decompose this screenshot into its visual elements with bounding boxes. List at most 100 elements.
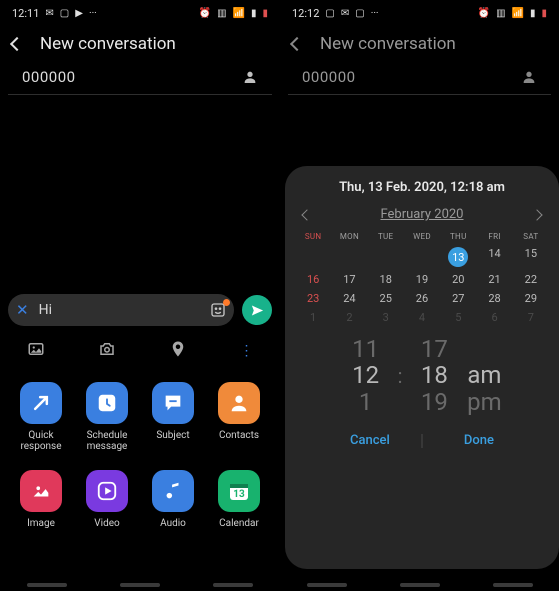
close-icon[interactable]: ✕ — [16, 301, 29, 319]
gallery-icon[interactable] — [27, 340, 45, 362]
weekday-label: TUE — [368, 232, 404, 241]
calendar-day[interactable]: 28 — [476, 292, 512, 305]
calendar-day[interactable]: 19 — [404, 273, 440, 286]
messaging-app-datepicker: 12:12 ▢ ✉ ▢ ··· ⏰ ▥ 📶 ▮ ▮ New conversati… — [280, 0, 559, 591]
attachment-audio[interactable]: Audio — [140, 470, 206, 529]
calendar-day[interactable]: 24 — [331, 292, 367, 305]
calendar-day[interactable]: 2 — [331, 311, 367, 324]
youtube-icon: ▶ — [75, 8, 83, 19]
attachment-image[interactable]: Image — [8, 470, 74, 529]
attachment-label: Subject — [156, 430, 189, 441]
calendar-day[interactable]: 26 — [404, 292, 440, 305]
nav-bar — [280, 583, 559, 587]
calendar-day[interactable]: 15 — [513, 247, 549, 267]
attachment-label: Quick response — [20, 430, 61, 452]
calendar-day[interactable]: 3 — [368, 311, 404, 324]
signal-icon: ▮ — [251, 8, 257, 19]
notification-dot — [223, 299, 230, 306]
calendar-day[interactable]: 1 — [295, 311, 331, 324]
camera-icon[interactable] — [98, 340, 116, 362]
month-selector: February 2020 — [295, 207, 549, 232]
calendar-day[interactable]: 25 — [368, 292, 404, 305]
datetime-picker: Thu, 13 Feb. 2020, 12:18 am February 202… — [285, 166, 559, 569]
page-title: New conversation — [40, 34, 176, 54]
alarm-icon: ⏰ — [199, 8, 211, 19]
nav-back[interactable] — [493, 583, 533, 587]
clock-time: 12:11 — [12, 7, 39, 20]
calendar-day[interactable]: 23 — [295, 292, 331, 305]
attachment-contacts[interactable]: Contacts — [206, 382, 272, 452]
calendar-day[interactable]: 5 — [440, 311, 476, 324]
more-icon: ··· — [89, 8, 97, 19]
attachment-calendar[interactable]: 13Calendar — [206, 470, 272, 529]
calendar-day[interactable]: 21 — [476, 273, 512, 286]
attachment-label: Video — [94, 518, 119, 529]
status-icon: ✉ — [341, 8, 349, 19]
nav-home[interactable] — [400, 583, 440, 587]
calendar-grid: 1314151617181920212223242526272829123456… — [295, 247, 549, 330]
weekday-label: THU — [440, 232, 476, 241]
prev-month-icon[interactable] — [301, 209, 312, 220]
messaging-app-attachments: 12:11 ✉ ▢ ▶ ··· ⏰ ▥ 📶 ▮ ▮ New conversati… — [0, 0, 280, 591]
attachment-quick-response[interactable]: Quick response — [8, 382, 74, 452]
contact-picker-icon[interactable] — [242, 69, 258, 85]
nav-recent[interactable] — [307, 583, 347, 587]
calendar-day[interactable]: 17 — [331, 273, 367, 286]
attachment-icon — [20, 470, 62, 512]
next-month-icon[interactable] — [531, 209, 542, 220]
sim-icon: ▥ — [496, 8, 505, 19]
nav-home[interactable] — [120, 583, 160, 587]
contact-picker-icon[interactable] — [521, 69, 537, 85]
recipient-field[interactable]: 000000 — [8, 68, 272, 95]
weekday-header: SUNMONTUEWEDTHUFRISAT — [295, 232, 549, 241]
attachment-icon — [152, 470, 194, 512]
done-button[interactable]: Done — [464, 433, 494, 448]
calendar-day[interactable]: 27 — [440, 292, 476, 305]
calendar-day[interactable]: 6 — [476, 311, 512, 324]
recipient-value: 000000 — [22, 68, 76, 86]
calendar-day — [331, 247, 367, 267]
back-icon[interactable] — [10, 37, 24, 51]
gallery-icon: ▢ — [325, 8, 334, 19]
attachment-label: Image — [27, 518, 55, 529]
weekday-label: SUN — [295, 232, 331, 241]
more-icon[interactable]: ⋮ — [240, 343, 254, 359]
cancel-button[interactable]: Cancel — [350, 433, 390, 448]
back-icon[interactable] — [290, 37, 304, 51]
calendar-day[interactable]: 16 — [295, 273, 331, 286]
compose-toolbar: ⋮ — [0, 336, 280, 366]
calendar-day[interactable]: 18 — [368, 273, 404, 286]
attachment-schedule-message[interactable]: Schedule message — [74, 382, 140, 452]
app-header: New conversation — [0, 26, 280, 68]
calendar-day[interactable]: 4 — [404, 311, 440, 324]
nav-back[interactable] — [213, 583, 253, 587]
calendar-day[interactable]: 14 — [476, 247, 512, 267]
sim-icon: ▥ — [217, 8, 226, 19]
attachment-video[interactable]: Video — [74, 470, 140, 529]
location-icon[interactable] — [169, 340, 187, 362]
sticker-icon[interactable] — [210, 302, 226, 318]
status-bar: 12:11 ✉ ▢ ▶ ··· ⏰ ▥ 📶 ▮ ▮ — [0, 0, 280, 26]
recipient-field[interactable]: 000000 — [288, 68, 551, 95]
month-label[interactable]: February 2020 — [380, 207, 463, 222]
status-icon: ▢ — [60, 8, 69, 19]
calendar-day[interactable]: 13 — [440, 247, 476, 267]
picker-datetime-title: Thu, 13 Feb. 2020, 12:18 am — [295, 180, 549, 195]
message-input[interactable]: ✕ Hi — [8, 294, 234, 326]
battery-icon: ▮ — [541, 8, 547, 19]
calendar-day[interactable]: 20 — [440, 273, 476, 286]
time-wheel[interactable]: 11 12 1 : 17 18 19 am pm — [295, 336, 549, 415]
send-button[interactable] — [242, 295, 272, 325]
calendar-day[interactable]: 22 — [513, 273, 549, 286]
nav-bar — [0, 583, 280, 587]
ampm-wheel[interactable]: am pm — [462, 336, 506, 415]
calendar-day[interactable]: 29 — [513, 292, 549, 305]
hour-wheel[interactable]: 11 12 1 — [338, 336, 394, 415]
minute-wheel[interactable]: 17 18 19 — [406, 336, 462, 415]
calendar-day[interactable]: 7 — [513, 311, 549, 324]
attachment-subject[interactable]: Subject — [140, 382, 206, 452]
app-header: New conversation — [280, 26, 559, 68]
nav-recent[interactable] — [27, 583, 67, 587]
recipient-value: 000000 — [302, 68, 356, 86]
status-bar: 12:12 ▢ ✉ ▢ ··· ⏰ ▥ 📶 ▮ ▮ — [280, 0, 559, 26]
